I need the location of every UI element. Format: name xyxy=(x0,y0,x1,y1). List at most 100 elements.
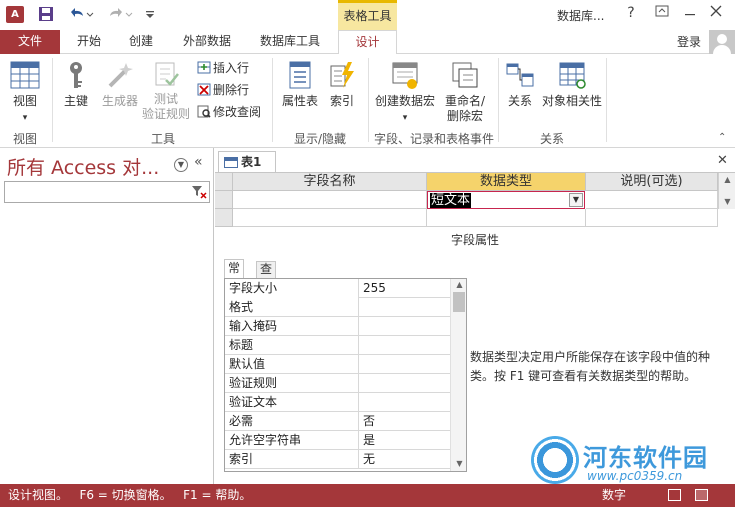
property-value[interactable] xyxy=(360,298,450,317)
undo-icon[interactable] xyxy=(68,6,94,27)
property-value[interactable] xyxy=(360,393,450,412)
tab-database-tools[interactable]: 数据库工具 xyxy=(252,30,328,54)
modify-lookups-button[interactable]: 修改查阅 xyxy=(197,104,261,120)
scrollbar-thumb[interactable] xyxy=(453,292,465,312)
indexes-button[interactable]: 索引 xyxy=(326,60,358,109)
property-value[interactable]: 255 xyxy=(360,279,450,298)
nav-pane-title[interactable]: 所有 Access 对... xyxy=(7,153,159,180)
relationships-button[interactable]: 关系 xyxy=(502,60,538,109)
properties-scrollbar[interactable]: ▲ ▼ xyxy=(450,279,466,471)
column-header-field-name[interactable]: 字段名称 xyxy=(233,173,427,191)
field-property-help-text: 数据类型决定用户所能保存在该字段中值的种类。按 F1 键可查看有关数据类型的帮助… xyxy=(470,350,711,383)
nav-search-input[interactable] xyxy=(4,181,210,203)
tab-general[interactable]: 常规 xyxy=(224,259,245,292)
sign-in-link[interactable]: 登录 xyxy=(677,33,701,50)
property-row[interactable]: 索引无 xyxy=(225,450,450,469)
property-name: 验证文本 xyxy=(225,393,359,412)
field-name-cell[interactable] xyxy=(233,191,427,209)
delete-row-button[interactable]: 删除行 xyxy=(197,82,249,98)
property-row[interactable]: 验证文本 xyxy=(225,393,450,412)
grid-vertical-scrollbar[interactable]: ▲ ▼ xyxy=(718,173,735,209)
status-bar: 设计视图。 F6 = 切换窗格。 F1 = 帮助。 数字 xyxy=(0,484,735,507)
clear-search-icon[interactable] xyxy=(191,184,207,200)
nav-search-field[interactable] xyxy=(8,183,188,201)
group-separator xyxy=(368,58,369,142)
tab-home[interactable]: 开始 xyxy=(68,30,110,54)
object-dependencies-button[interactable]: 对象相关性 xyxy=(540,60,604,109)
rename-delete-macro-button[interactable]: 重命名/删除宏 xyxy=(440,60,490,124)
property-row[interactable]: 必需否 xyxy=(225,412,450,431)
key-icon xyxy=(70,62,82,88)
tab-create[interactable]: 创建 xyxy=(120,30,162,54)
builder-button[interactable]: 生成器 xyxy=(98,60,142,109)
tab-external-data[interactable]: 外部数据 xyxy=(175,30,239,54)
property-value[interactable] xyxy=(360,317,450,336)
scroll-up-icon[interactable]: ▲ xyxy=(454,280,465,290)
property-row[interactable]: 标题 xyxy=(225,336,450,355)
datasheet-view-icon[interactable] xyxy=(668,489,681,501)
insert-row-icon xyxy=(197,61,211,74)
view-button[interactable]: 视图 ▾ xyxy=(6,60,44,126)
group-separator xyxy=(272,58,273,142)
access-app-icon[interactable]: A xyxy=(6,6,24,23)
property-row[interactable]: 默认值 xyxy=(225,355,450,374)
property-value[interactable]: 是 xyxy=(360,431,450,450)
collapse-nav-pane-icon[interactable]: « xyxy=(194,154,203,170)
property-row[interactable]: 输入掩码 xyxy=(225,317,450,336)
chevron-down-icon[interactable]: ▼ xyxy=(569,193,583,207)
design-view-icon[interactable] xyxy=(695,489,708,501)
nav-menu-dropdown-icon[interactable]: ▼ xyxy=(174,158,188,172)
data-type-cell[interactable] xyxy=(427,209,586,227)
property-sheet-icon xyxy=(289,61,311,89)
row-selector[interactable] xyxy=(215,209,233,227)
view-icon xyxy=(10,61,40,89)
scroll-down-icon[interactable]: ▼ xyxy=(722,197,733,206)
property-name: 标题 xyxy=(225,336,359,355)
property-value[interactable] xyxy=(360,336,450,355)
property-name: 必需 xyxy=(225,412,359,431)
data-type-select[interactable]: 短文本 ▼ xyxy=(427,191,585,209)
save-icon[interactable] xyxy=(38,6,54,27)
help-button[interactable]: ? xyxy=(619,5,643,21)
property-value[interactable] xyxy=(360,374,450,393)
scroll-down-icon[interactable]: ▼ xyxy=(454,459,465,469)
column-header-description[interactable]: 说明(可选) xyxy=(586,173,718,191)
property-row[interactable]: 允许空字符串是 xyxy=(225,431,450,450)
property-name: 索引 xyxy=(225,450,359,469)
close-window-icon[interactable] xyxy=(704,5,728,21)
minimize-icon[interactable] xyxy=(678,5,702,21)
property-value[interactable] xyxy=(360,355,450,374)
close-document-icon[interactable]: ✕ xyxy=(717,153,728,168)
tab-lookup[interactable]: 查阅 xyxy=(256,261,277,291)
group-separator xyxy=(498,58,499,142)
column-header-data-type[interactable]: 数据类型 xyxy=(427,173,586,191)
collapse-ribbon-icon[interactable]: ⌃ xyxy=(718,132,726,143)
group-separator xyxy=(606,58,607,142)
property-row[interactable]: 格式 xyxy=(225,298,450,317)
user-avatar[interactable] xyxy=(709,30,735,54)
watermark-title: 河东软件园 xyxy=(583,443,708,472)
field-name-cell[interactable] xyxy=(233,209,427,227)
redo-icon[interactable] xyxy=(107,6,133,27)
test-validation-rules-button[interactable]: 测试 验证规则 xyxy=(140,60,192,122)
document-tab-table1[interactable]: 表1 xyxy=(218,151,276,173)
property-value[interactable]: 无 xyxy=(360,450,450,469)
delete-row-icon xyxy=(197,83,211,96)
insert-row-button[interactable]: 插入行 xyxy=(197,60,249,76)
customize-qat-icon[interactable] xyxy=(145,6,155,27)
watermark-logo-icon xyxy=(531,436,579,484)
tab-file[interactable]: 文件 xyxy=(0,30,60,54)
property-name: 允许空字符串 xyxy=(225,431,359,450)
description-cell[interactable] xyxy=(586,191,718,209)
property-row[interactable]: 验证规则 xyxy=(225,374,450,393)
tab-design[interactable]: 设计 xyxy=(338,30,397,55)
scroll-up-icon[interactable]: ▲ xyxy=(722,175,733,184)
property-value[interactable]: 否 xyxy=(360,412,450,431)
property-sheet-button[interactable]: 属性表 xyxy=(278,60,322,109)
row-selector[interactable] xyxy=(215,191,233,209)
create-data-macros-button[interactable]: 创建数据宏 ▾ xyxy=(372,60,438,126)
description-cell[interactable] xyxy=(586,209,718,227)
primary-key-button[interactable]: 主键 xyxy=(58,60,94,109)
ribbon-options-icon[interactable] xyxy=(650,5,674,21)
property-row[interactable]: 字段大小 255 xyxy=(225,279,450,298)
